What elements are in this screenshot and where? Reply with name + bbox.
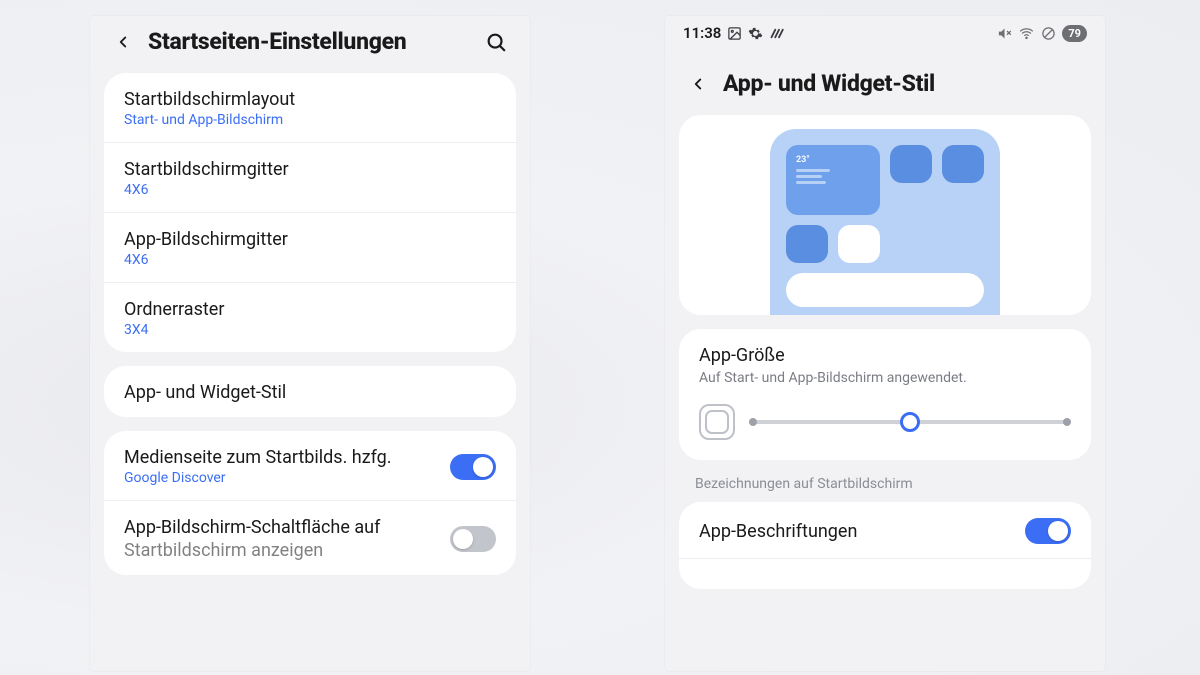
chevron-left-icon [114,33,132,51]
row-sub: 4X6 [124,182,496,198]
wifi-icon [1018,26,1035,41]
app-size-title: App-Größe [699,345,1071,366]
settings-group-3: Medienseite zum Startbilds. hzfg. Google… [104,431,516,575]
labels-group: App-Beschriftungen [679,502,1091,589]
mock-widget: 23° [786,145,880,215]
chevron-left-icon [689,75,707,93]
size-slider[interactable] [749,420,1071,424]
row-home-grid[interactable]: Startbildschirmgitter 4X6 [104,143,516,213]
mock-icon [890,145,932,183]
row-app-screen-button[interactable]: App-Bildschirm-Schaltfläche auf Startbil… [104,501,516,575]
row-app-grid[interactable]: App-Bildschirmgitter 4X6 [104,213,516,283]
row-label: App-Beschriftungen [699,521,1025,542]
settings-group-1: Startbildschirmlayout Start- und App-Bil… [104,73,516,352]
mock-phone: 23° [770,129,1000,315]
mute-icon [997,26,1012,41]
phone-left: Startseiten-Einstellungen Startbildschir… [90,16,530,671]
row-sub: 4X6 [124,252,496,268]
mock-search [786,273,984,307]
settings-group-2: App- und Widget-Stil [104,366,516,417]
mock-icon [942,145,984,183]
style-preview: 23° [679,115,1091,315]
gear-icon [748,26,763,41]
toggle-app-button[interactable] [450,526,496,552]
section-label: Bezeichnungen auf Startbildschirm [665,470,1105,502]
stripes-icon [769,26,784,41]
size-preview-icon [699,404,735,440]
app-size-card: App-Größe Auf Start- und App-Bildschirm … [679,329,1091,460]
row-label: Medienseite zum Startbilds. hzfg. [124,447,450,468]
row-app-widget-style[interactable]: App- und Widget-Stil [104,366,516,417]
search-icon [485,31,507,53]
row-folder-grid[interactable]: Ordnerraster 3X4 [104,283,516,352]
page-title: App- und Widget-Stil [723,70,1083,97]
back-button[interactable] [112,31,134,53]
header: App- und Widget-Stil [665,46,1105,115]
row-label: App-Bildschirm-Schaltfläche auf [124,517,450,538]
row-label: Startbildschirmlayout [124,89,496,110]
mock-temp: 23° [796,155,810,165]
toggle-app-labels[interactable] [1025,518,1071,544]
phone-right: 11:38 79 App- und Widget-Stil 23° [665,16,1105,671]
page-title: Startseiten-Einstellungen [148,28,470,55]
row-sub: 3X4 [124,322,496,338]
mock-icon [786,225,828,263]
slider-thumb[interactable] [900,412,920,432]
row-app-labels[interactable]: App-Beschriftungen [679,502,1091,559]
no-signal-icon [1041,26,1056,41]
row-sub: Start- und App-Bildschirm [124,112,496,128]
image-icon [727,26,742,41]
app-size-desc: Auf Start- und App-Bildschirm angewendet… [699,370,1071,386]
status-bar: 11:38 79 [665,16,1105,46]
back-button[interactable] [687,73,709,95]
search-button[interactable] [484,30,508,54]
battery-level: 79 [1062,25,1087,42]
row-label: Startbildschirmgitter [124,159,496,180]
mock-icon [838,225,880,263]
row-sub: Google Discover [124,470,450,486]
row-label: Ordnerraster [124,299,496,320]
row-media-page[interactable]: Medienseite zum Startbilds. hzfg. Google… [104,431,516,501]
toggle-media-page[interactable] [450,454,496,480]
row-home-layout[interactable]: Startbildschirmlayout Start- und App-Bil… [104,73,516,143]
row-label: App-Bildschirmgitter [124,229,496,250]
row-label: App- und Widget-Stil [124,382,496,403]
status-time: 11:38 [683,24,721,42]
row-next[interactable] [679,559,1091,589]
header: Startseiten-Einstellungen [90,16,530,73]
row-label-line2: Startbildschirm anzeigen [124,540,450,561]
